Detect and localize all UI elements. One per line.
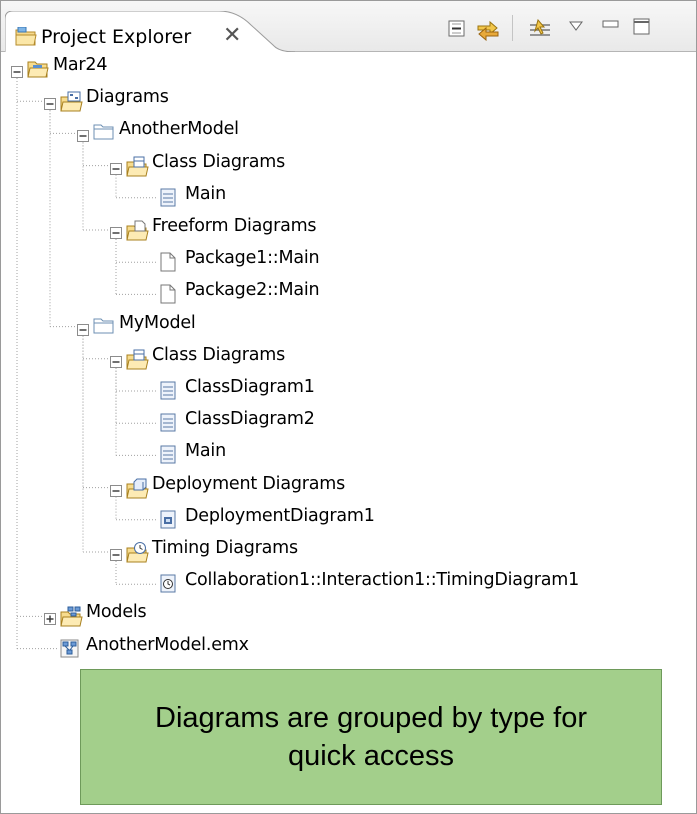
tree-item-main[interactable]: Main bbox=[1, 183, 696, 215]
tree-item-class-diagrams[interactable]: Class Diagrams bbox=[1, 344, 696, 376]
tree-item-label: Mar24 bbox=[53, 55, 108, 75]
tab-title: Project Explorer bbox=[41, 26, 192, 48]
project-folder-icon bbox=[27, 59, 49, 83]
deployment-diagram-icon bbox=[159, 510, 177, 534]
tree-item-label: Deployment Diagrams bbox=[152, 473, 346, 494]
tree-item-models[interactable]: Models bbox=[1, 601, 696, 633]
tree-item-label: Collaboration1::Interaction1::TimingDiag… bbox=[185, 570, 580, 591]
collapse-icon[interactable] bbox=[110, 160, 122, 179]
class-diagrams-folder-icon bbox=[126, 349, 150, 375]
tree-item-main[interactable]: Main bbox=[1, 440, 696, 472]
collapse-icon[interactable] bbox=[110, 224, 122, 243]
timing-diagrams-folder-icon bbox=[126, 542, 150, 568]
tree-item-deployment-diagrams[interactable]: Deployment Diagrams bbox=[1, 473, 696, 505]
expand-icon[interactable] bbox=[44, 610, 56, 629]
project-explorer-view: Project Explorer ✕ Mar24 Diagrams Anothe… bbox=[0, 0, 697, 814]
collapse-icon[interactable] bbox=[77, 127, 89, 146]
tree-item-freeform-diagrams[interactable]: Freeform Diagrams bbox=[1, 215, 696, 247]
toolbar-separator bbox=[512, 15, 513, 41]
class-diagram-icon bbox=[159, 188, 177, 212]
tree-item-timing-diagrams[interactable]: Timing Diagrams bbox=[1, 537, 696, 569]
tree-item-mymodel[interactable]: MyModel bbox=[1, 312, 696, 344]
tree-item-label: AnotherModel.emx bbox=[86, 634, 249, 655]
collapse-icon[interactable] bbox=[11, 63, 23, 82]
tree-item-label: Diagrams bbox=[86, 87, 169, 108]
tree-item-label: Main bbox=[185, 183, 226, 204]
freeform-diagrams-folder-icon bbox=[126, 220, 150, 246]
collapse-all-icon[interactable] bbox=[447, 19, 467, 43]
callout-text-line2: quick access bbox=[287, 740, 454, 772]
tree-item-anothermodel-emx[interactable]: AnotherModel.emx bbox=[1, 634, 696, 666]
class-diagram-icon bbox=[159, 381, 177, 405]
tree-item-label: Package1::Main bbox=[185, 248, 320, 269]
class-diagram-icon bbox=[159, 445, 177, 469]
filter-icon[interactable] bbox=[529, 18, 553, 45]
class-diagrams-folder-icon bbox=[126, 156, 150, 182]
deployment-diagrams-folder-icon bbox=[126, 478, 150, 504]
collapse-icon[interactable] bbox=[77, 321, 89, 340]
tree-item-class-diagrams[interactable]: Class Diagrams bbox=[1, 151, 696, 183]
tree-item-collaboration1-interaction1-timingdiagram1[interactable]: Collaboration1::Interaction1::TimingDiag… bbox=[1, 569, 696, 601]
collapse-icon[interactable] bbox=[44, 95, 56, 114]
callout-annotation: Diagrams are grouped by type for quick a… bbox=[80, 669, 662, 805]
timing-diagram-icon bbox=[159, 574, 177, 598]
tree-item-classdiagram1[interactable]: ClassDiagram1 bbox=[1, 376, 696, 408]
view-toolbar: Project Explorer ✕ bbox=[1, 1, 696, 52]
tree-item-package1-main[interactable]: Package1::Main bbox=[1, 247, 696, 279]
tree-item-label: Class Diagrams bbox=[152, 151, 286, 172]
tab-project-explorer[interactable]: Project Explorer ✕ bbox=[5, 11, 295, 52]
project-explorer-icon bbox=[15, 26, 37, 51]
tree-item-label: Main bbox=[185, 441, 226, 462]
model-file-icon bbox=[60, 639, 80, 663]
models-folder-icon bbox=[60, 606, 84, 632]
tree-item-mar24[interactable]: Mar24 bbox=[1, 54, 696, 86]
tree-item-label: ClassDiagram2 bbox=[185, 409, 315, 430]
tree-item-label: ClassDiagram1 bbox=[185, 377, 315, 397]
link-with-editor-icon[interactable] bbox=[476, 19, 500, 45]
tree-item-label: MyModel bbox=[119, 312, 196, 333]
tree-item-label: AnotherModel bbox=[119, 119, 239, 140]
folder-icon bbox=[93, 317, 115, 339]
folder-icon bbox=[93, 123, 115, 145]
tree-item-label: Timing Diagrams bbox=[152, 538, 298, 558]
tree-item-anothermodel[interactable]: AnotherModel bbox=[1, 118, 696, 150]
class-diagram-icon bbox=[159, 413, 177, 437]
minimize-icon[interactable] bbox=[601, 17, 621, 36]
tree-item-deploymentdiagram1[interactable]: DeploymentDiagram1 bbox=[1, 505, 696, 537]
tree-item-label: Models bbox=[86, 602, 147, 623]
freeform-diagram-icon bbox=[159, 284, 177, 308]
tree-item-label: Freeform Diagrams bbox=[152, 216, 317, 236]
tree-item-label: Package2::Main bbox=[185, 280, 320, 301]
view-menu-icon[interactable] bbox=[568, 17, 584, 36]
maximize-icon[interactable] bbox=[632, 17, 652, 41]
collapse-icon[interactable] bbox=[110, 353, 122, 372]
collapse-icon[interactable] bbox=[110, 546, 122, 565]
tree-item-package2-main[interactable]: Package2::Main bbox=[1, 279, 696, 311]
freeform-diagram-icon bbox=[159, 252, 177, 276]
tree-item-diagrams[interactable]: Diagrams bbox=[1, 86, 696, 118]
tree-item-label: DeploymentDiagram1 bbox=[185, 505, 375, 526]
callout-text-line1: Diagrams are grouped by type for bbox=[155, 702, 587, 734]
diagrams-folder-icon bbox=[60, 91, 84, 117]
tree-item-label: Class Diagrams bbox=[152, 344, 286, 365]
tree-item-classdiagram2[interactable]: ClassDiagram2 bbox=[1, 408, 696, 440]
collapse-icon[interactable] bbox=[110, 482, 122, 501]
close-icon[interactable]: ✕ bbox=[223, 23, 241, 48]
